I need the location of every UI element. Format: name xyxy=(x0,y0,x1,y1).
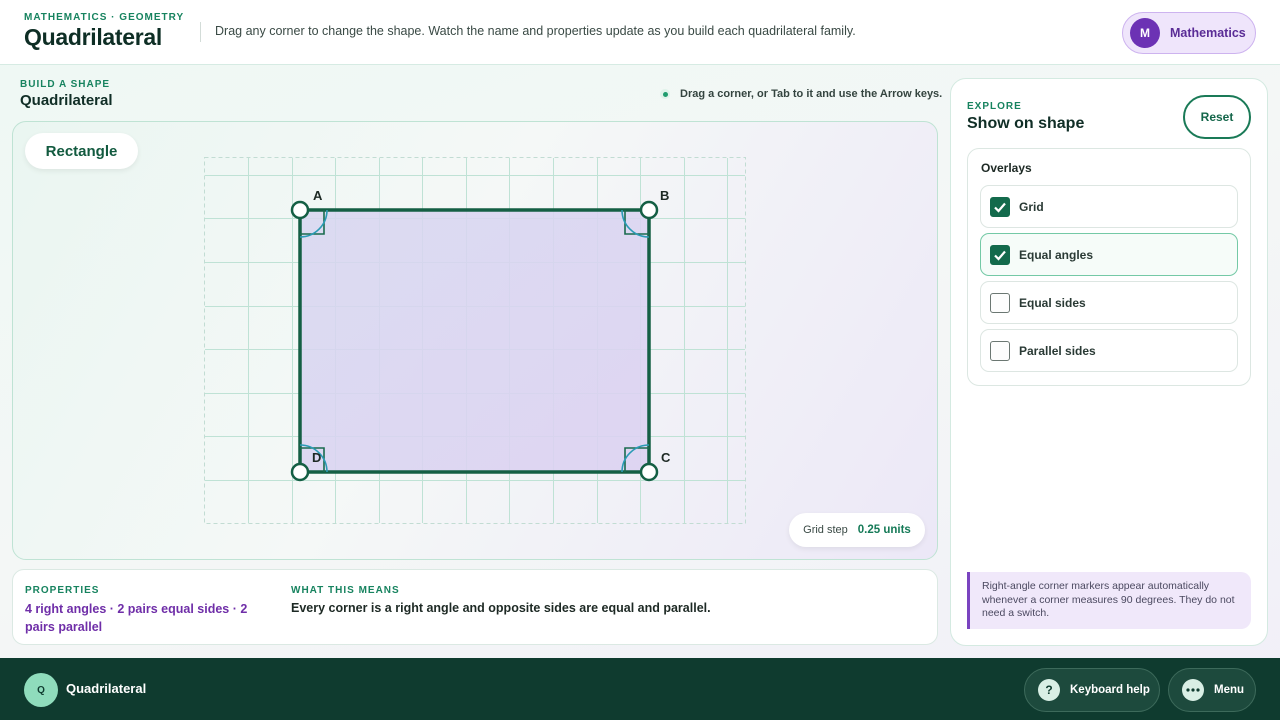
corner-label-d: D xyxy=(312,450,321,465)
overlay-option-label: Equal sides xyxy=(1019,295,1086,310)
corner-handle-a[interactable] xyxy=(290,200,310,220)
overlay-option-grid[interactable]: Grid xyxy=(980,185,1238,228)
keyboard-help-label: Keyboard help xyxy=(1070,684,1150,696)
overlay-option-equal-sides[interactable]: Equal sides xyxy=(980,281,1238,324)
right-angle-note: Right-angle corner markers appear automa… xyxy=(967,572,1251,629)
app-badge: Q xyxy=(24,673,58,707)
grid-step-indicator: Grid step 0.25 units xyxy=(789,513,925,547)
properties-value: 4 right angles · 2 pairs equal sides · 2… xyxy=(25,602,248,634)
meaning-label: WHAT THIS MEANS xyxy=(291,585,400,596)
grid-step-value: 0.25 units xyxy=(857,524,911,536)
grid-step-label: Grid step xyxy=(803,524,848,536)
corner-label-c: C xyxy=(661,450,671,465)
corner-handle-c[interactable] xyxy=(639,462,659,482)
equal-sides-checkbox[interactable] xyxy=(990,292,1010,313)
overlay-option-parallel-sides[interactable]: Parallel sides xyxy=(980,329,1238,372)
equal-angles-checkbox[interactable] xyxy=(990,244,1010,265)
corner-handle-b[interactable] xyxy=(639,200,659,220)
overlay-option-label: Equal angles xyxy=(1019,247,1094,262)
menu-button[interactable]: Menu xyxy=(1168,668,1256,712)
panel-eyebrow: EXPLORE xyxy=(967,101,1022,112)
check-icon xyxy=(994,202,1006,213)
shape-name-badge: Rectangle xyxy=(25,133,138,169)
check-icon xyxy=(994,250,1006,261)
panel-title: Show on shape xyxy=(967,115,1085,132)
parallel-sides-checkbox[interactable] xyxy=(990,340,1010,361)
overlay-option-label: Grid xyxy=(1019,199,1044,214)
corner-handle-d[interactable] xyxy=(290,462,310,482)
grid-checkbox[interactable] xyxy=(990,196,1010,217)
overlay-option-equal-angles[interactable]: Equal angles xyxy=(980,233,1238,276)
meaning-value: Every corner is a right angle and opposi… xyxy=(291,601,711,615)
keyboard-help-button[interactable]: ? Keyboard help xyxy=(1024,668,1160,712)
reset-button[interactable]: Reset xyxy=(1183,95,1251,139)
overlays-label: Overlays xyxy=(981,161,1032,175)
menu-label: Menu xyxy=(1214,684,1245,696)
rectangle-shape xyxy=(298,208,651,474)
more-icon xyxy=(1182,679,1204,701)
overlay-option-label: Parallel sides xyxy=(1019,343,1096,358)
corner-label-a: A xyxy=(313,188,323,203)
properties-label: PROPERTIES xyxy=(25,585,100,596)
corner-label-b: B xyxy=(660,188,669,203)
help-icon: ? xyxy=(1038,679,1060,701)
footer-title: Quadrilateral xyxy=(66,681,147,696)
